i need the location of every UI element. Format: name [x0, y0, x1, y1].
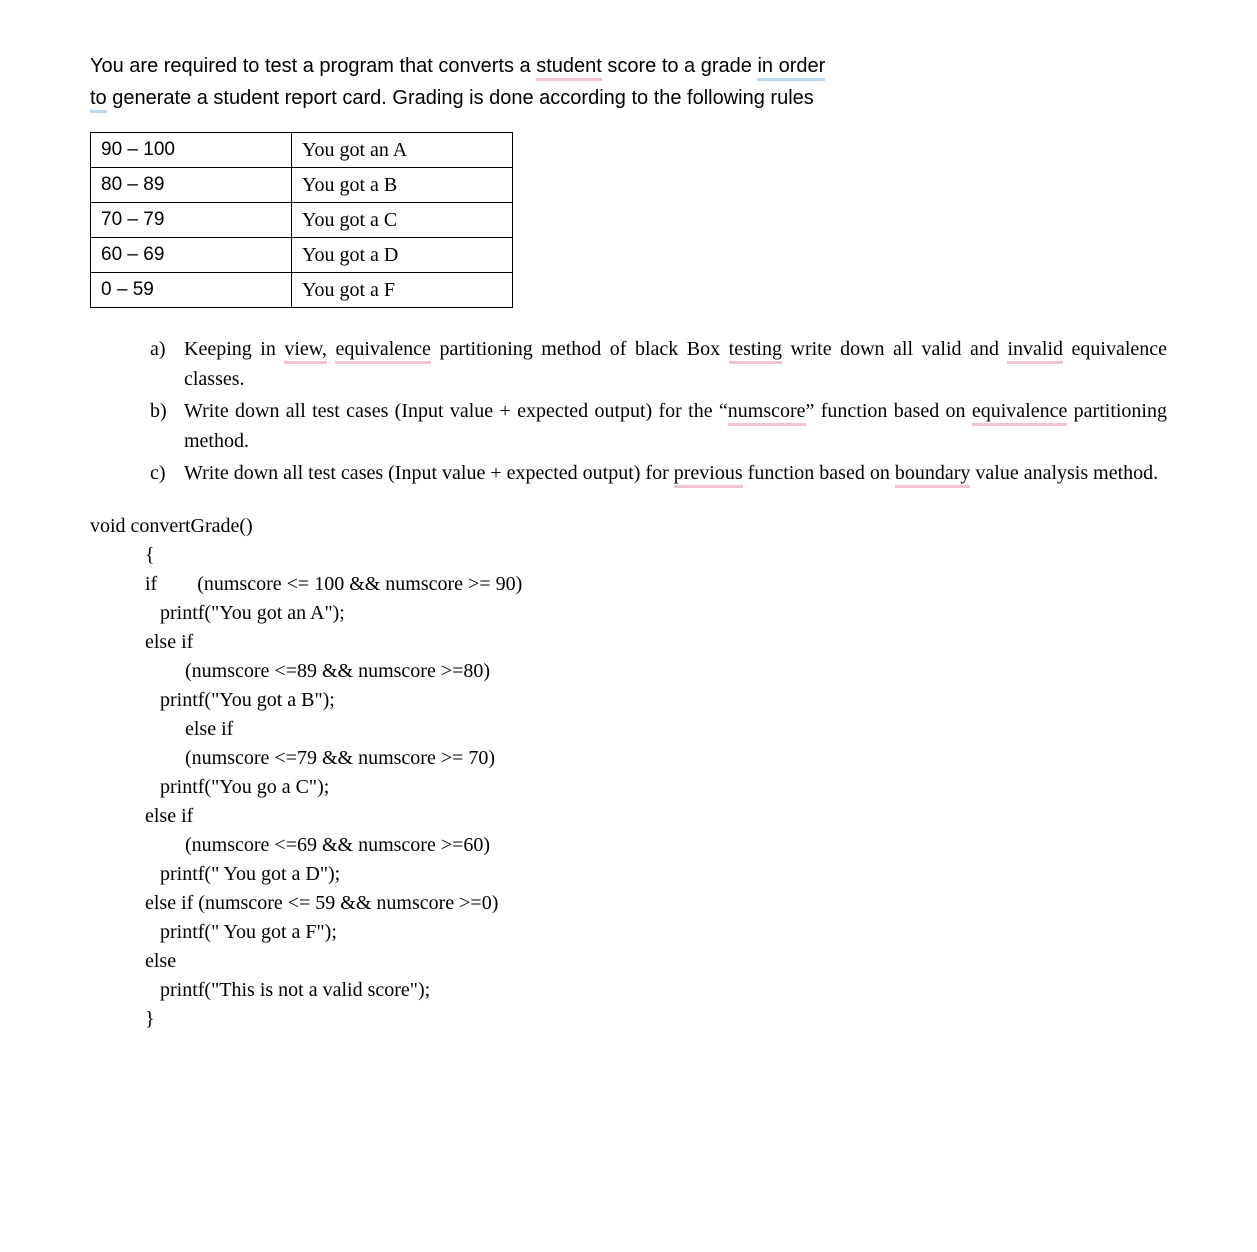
message-cell: You got a C — [292, 203, 513, 238]
proof-underline: boundary — [895, 462, 971, 488]
message-cell: You got a D — [292, 238, 513, 273]
proof-underline: previous — [674, 462, 743, 488]
question-text: partitioning method of black Box — [431, 338, 729, 360]
code-line: printf("You go a C"); — [90, 776, 329, 798]
intro-text: You are required to test a program that … — [90, 55, 536, 77]
code-line: { — [90, 544, 155, 566]
code-line: (numscore <=89 && numscore >=80) — [90, 660, 490, 682]
proof-underline-in-order: in order — [757, 55, 825, 81]
message-cell: You got a F — [292, 273, 513, 308]
code-line: } — [90, 1008, 155, 1030]
code-line: else — [90, 950, 176, 972]
proof-underline: equivalence — [335, 338, 431, 364]
question-body: Write down all test cases (Input value +… — [184, 396, 1167, 456]
question-text: write down all valid and — [782, 338, 1007, 360]
proof-underline: view, — [284, 338, 327, 364]
proof-underline-student: student — [536, 55, 602, 81]
intro-text: generate a student report card. Grading … — [107, 87, 814, 109]
code-line: (numscore <=79 && numscore >= 70) — [90, 747, 495, 769]
table-row: 70 – 79 You got a C — [91, 203, 513, 238]
proof-underline: testing — [729, 338, 782, 364]
question-text: value analysis method. — [970, 462, 1158, 484]
code-line: else if — [90, 631, 193, 653]
question-marker: b) — [150, 396, 184, 456]
table-row: 60 – 69 You got a D — [91, 238, 513, 273]
range-cell: 70 – 79 — [91, 203, 292, 238]
code-line: else if (numscore <= 59 && numscore >=0) — [90, 892, 498, 914]
question-marker: a) — [150, 334, 184, 394]
intro-paragraph: You are required to test a program that … — [90, 50, 1167, 114]
question-text: function based on — [743, 462, 895, 484]
message-cell: You got a B — [292, 168, 513, 203]
table-row: 0 – 59 You got a F — [91, 273, 513, 308]
code-line: printf("You got a B"); — [90, 689, 335, 711]
range-cell: 90 – 100 — [91, 133, 292, 168]
question-a: a) Keeping in view, equivalence partitio… — [150, 334, 1167, 394]
question-text: Write down all test cases (Input value +… — [184, 400, 728, 422]
question-text: ” function based on — [806, 400, 972, 422]
proof-underline: invalid — [1007, 338, 1063, 364]
question-text: Write down all test cases (Input value +… — [184, 462, 674, 484]
question-c: c) Write down all test cases (Input valu… — [150, 458, 1167, 488]
code-line: if (numscore <= 100 && numscore >= 90) — [90, 573, 522, 595]
question-text: Keeping in — [184, 338, 284, 360]
code-line: printf(" You got a D"); — [90, 863, 340, 885]
table-row: 90 – 100 You got an A — [91, 133, 513, 168]
range-cell: 60 – 69 — [91, 238, 292, 273]
question-marker: c) — [150, 458, 184, 488]
questions-list: a) Keeping in view, equivalence partitio… — [150, 334, 1167, 488]
message-cell: You got an A — [292, 133, 513, 168]
grading-table: 90 – 100 You got an A 80 – 89 You got a … — [90, 132, 513, 308]
code-line: (numscore <=69 && numscore >=60) — [90, 834, 490, 856]
question-body: Write down all test cases (Input value +… — [184, 458, 1167, 488]
code-line: else if — [90, 718, 233, 740]
question-b: b) Write down all test cases (Input valu… — [150, 396, 1167, 456]
code-line: printf("You got an A"); — [90, 602, 345, 624]
proof-underline: numscore — [728, 400, 806, 426]
code-line: void convertGrade() — [90, 515, 253, 537]
intro-text: score to a grade — [602, 55, 758, 77]
code-block: void convertGrade() { if (numscore <= 10… — [90, 512, 1167, 1034]
range-cell: 0 – 59 — [91, 273, 292, 308]
proof-underline-to: to — [90, 87, 107, 113]
range-cell: 80 – 89 — [91, 168, 292, 203]
question-body: Keeping in view, equivalence partitionin… — [184, 334, 1167, 394]
code-line: else if — [90, 805, 193, 827]
code-line: printf(" You got a F"); — [90, 921, 337, 943]
table-row: 80 – 89 You got a B — [91, 168, 513, 203]
code-line: printf("This is not a valid score"); — [90, 979, 430, 1001]
proof-underline: equivalence — [972, 400, 1068, 426]
